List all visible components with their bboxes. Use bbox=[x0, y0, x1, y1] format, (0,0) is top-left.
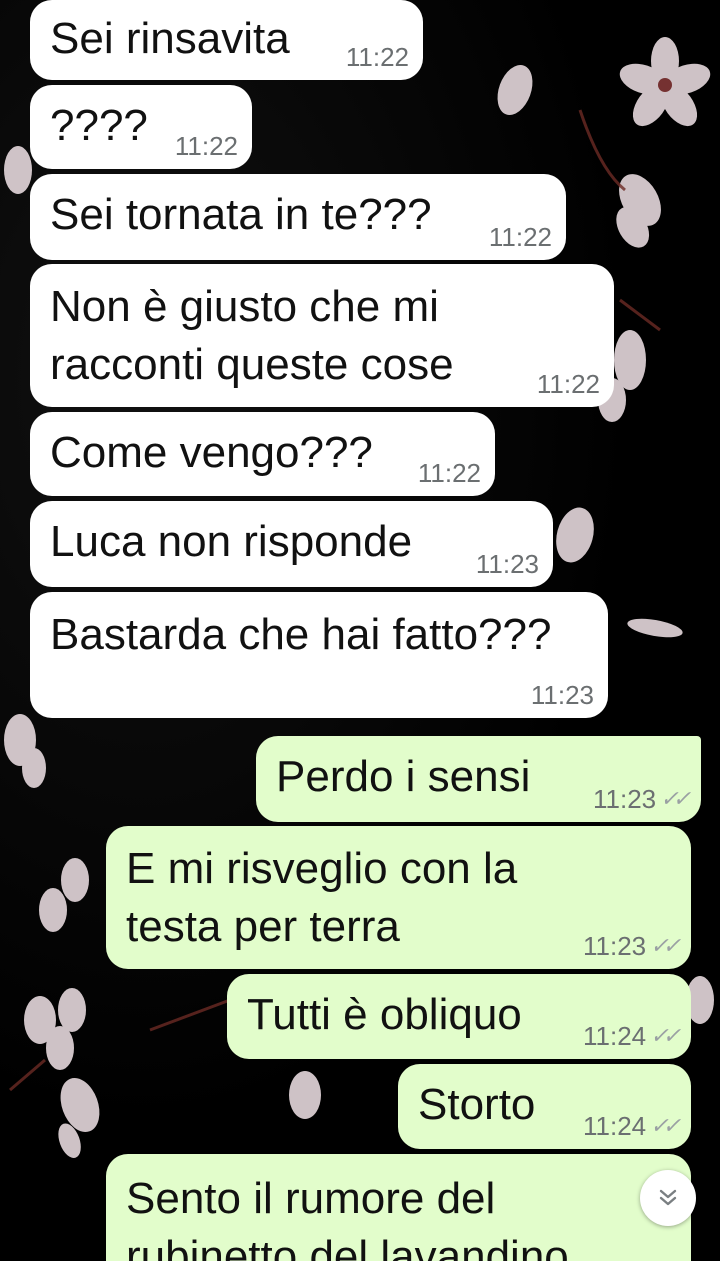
message-text: E mi risveglio con la testa per terra bbox=[126, 844, 518, 951]
message-bubble-incoming[interactable]: Come vengo??? 11:22 bbox=[30, 412, 495, 496]
message-text: Storto bbox=[418, 1080, 536, 1129]
message-text: ???? bbox=[50, 101, 148, 150]
message-meta: 11:22 bbox=[346, 42, 409, 72]
message-bubble-incoming[interactable]: Non è giusto che mi racconti queste cose… bbox=[30, 264, 614, 407]
message-text: Non è giusto che mi racconti queste cose bbox=[50, 282, 454, 389]
message-timestamp: 11:24 bbox=[582, 1021, 647, 1051]
message-timestamp: 11:22 bbox=[345, 42, 409, 72]
message-timestamp: 11:23 bbox=[592, 784, 657, 814]
message-bubble-outgoing[interactable]: Perdo i sensi 11:23 ✓✓ bbox=[256, 736, 701, 822]
message-timestamp: 11:22 bbox=[417, 458, 481, 488]
message-text: Sei tornata in te??? bbox=[50, 190, 432, 239]
message-text: Sento il rumore del rubinetto del lavand… bbox=[126, 1174, 569, 1261]
message-bubble-incoming[interactable]: Sei tornata in te??? 11:22 bbox=[30, 174, 566, 260]
message-meta: 11:22 bbox=[537, 369, 600, 399]
message-meta: 11:22 bbox=[418, 458, 481, 488]
message-meta: 11:23 ✓✓ bbox=[582, 931, 680, 961]
message-text: Tutti è obliquo bbox=[247, 990, 522, 1039]
message-text: Bastarda che hai fatto??? bbox=[50, 610, 552, 659]
chat-screen: Sei rinsavita 11:22 ???? 11:22 Sei torna… bbox=[0, 0, 720, 1261]
message-bubble-outgoing[interactable]: E mi risveglio con la testa per terra 11… bbox=[106, 826, 691, 969]
read-receipt-icon: ✓✓ bbox=[658, 786, 691, 811]
message-timestamp: 11:22 bbox=[488, 222, 552, 252]
message-bubble-outgoing[interactable]: Tutti è obliquo 11:24 ✓✓ bbox=[227, 974, 691, 1059]
message-timestamp: 11:22 bbox=[174, 131, 238, 161]
message-meta: 11:24 ✓✓ bbox=[582, 1111, 680, 1141]
message-text: Sei rinsavita bbox=[50, 14, 290, 63]
message-text: Luca non risponde bbox=[50, 517, 413, 566]
message-bubble-incoming[interactable]: ???? 11:22 bbox=[30, 85, 252, 169]
message-text: Perdo i sensi bbox=[276, 752, 531, 801]
read-receipt-icon: ✓✓ bbox=[648, 1113, 681, 1138]
message-meta: 11:23 bbox=[531, 680, 594, 710]
message-text: Come vengo??? bbox=[50, 428, 373, 477]
message-meta: 11:24 ✓✓ bbox=[582, 1021, 680, 1051]
double-chevron-down-icon bbox=[659, 1189, 677, 1206]
message-timestamp: 11:24 bbox=[582, 1111, 647, 1141]
message-meta: 11:23 ✓✓ bbox=[592, 784, 690, 814]
message-bubble-incoming[interactable]: Luca non risponde 11:23 bbox=[30, 501, 553, 587]
message-meta: 11:22 bbox=[489, 222, 552, 252]
message-timestamp: 11:23 bbox=[582, 931, 647, 961]
message-bubble-incoming[interactable]: Sei rinsavita 11:22 bbox=[30, 0, 423, 80]
scroll-to-bottom-button[interactable] bbox=[640, 1170, 696, 1226]
read-receipt-icon: ✓✓ bbox=[648, 1023, 681, 1048]
message-bubble-incoming[interactable]: Bastarda che hai fatto??? 11:23 bbox=[30, 592, 608, 718]
message-timestamp: 11:23 bbox=[475, 549, 539, 579]
message-bubble-outgoing[interactable]: Storto 11:24 ✓✓ bbox=[398, 1064, 691, 1149]
message-meta: 11:23 bbox=[476, 549, 539, 579]
message-bubble-outgoing[interactable]: Sento il rumore del rubinetto del lavand… bbox=[106, 1154, 691, 1261]
message-timestamp: 11:22 bbox=[536, 369, 600, 399]
message-meta: 11:22 bbox=[175, 131, 238, 161]
message-timestamp: 11:23 bbox=[530, 680, 594, 710]
read-receipt-icon: ✓✓ bbox=[648, 933, 681, 958]
